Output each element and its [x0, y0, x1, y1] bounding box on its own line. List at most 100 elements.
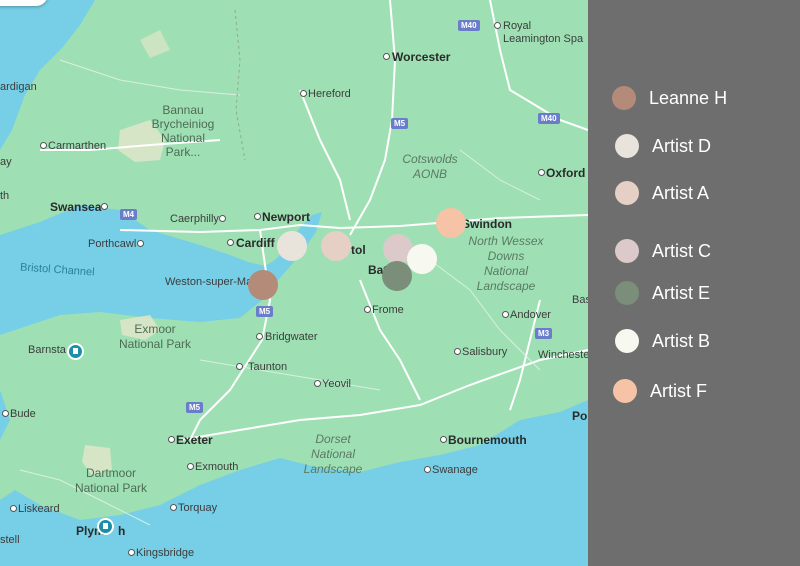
artist-marker-artist-e[interactable]: [382, 261, 412, 291]
bookmark-pin-icon[interactable]: [97, 518, 114, 535]
place-royal-leamington-spa: Royal Leamington Spa: [503, 20, 584, 45]
artist-marker-artist-a[interactable]: [321, 231, 351, 261]
place-th: th: [0, 190, 10, 202]
town-dot: [137, 240, 144, 247]
town-dot: [538, 169, 545, 176]
place-bude: Bude: [10, 408, 36, 420]
motorway-shield: M5: [391, 118, 409, 129]
place-swanage: Swanage: [432, 464, 478, 476]
bookmark-pin-icon[interactable]: [67, 343, 84, 360]
town-dot: [10, 505, 17, 512]
place-barnstaple: Barnsta: [28, 344, 66, 356]
town-dot: [314, 380, 321, 387]
place-porthcawl: Porthcawl: [88, 238, 137, 250]
place-exeter: Exeter: [176, 433, 213, 447]
place-andover: Andover: [510, 309, 551, 321]
place-yeovil: Yeovil: [322, 378, 351, 390]
town-dot: [2, 410, 9, 417]
artist-marker-artist-b[interactable]: [407, 244, 437, 274]
artist-legend: Leanne H Artist D Artist A Artist C Arti…: [588, 0, 800, 566]
legend-swatch: [615, 181, 639, 205]
town-dot: [101, 203, 108, 210]
place-exmouth: Exmouth: [195, 461, 239, 473]
town-dot: [168, 436, 175, 443]
place-dartmoor: Dartmoor National Park: [74, 466, 148, 495]
place-carmarthen: Carmarthen: [48, 140, 107, 152]
place-oxford: Oxford: [546, 166, 586, 180]
place-bournemouth: Bournemouth: [448, 433, 527, 447]
motorway-shield: M5: [186, 402, 204, 413]
legend-label: Artist B: [652, 330, 711, 351]
legend-label: Artist E: [652, 282, 711, 303]
town-dot: [236, 363, 243, 370]
town-dot: [502, 311, 509, 318]
place-stell: stell: [0, 534, 20, 546]
town-dot: [300, 90, 307, 97]
place-swindon: Swindon: [462, 217, 512, 231]
town-dot: [424, 466, 431, 473]
legend-label: Artist C: [652, 240, 712, 261]
place-liskeard: Liskeard: [18, 503, 60, 515]
place-kingsbridge: Kingsbridge: [136, 547, 195, 559]
legend-item-artist-d[interactable]: Artist D: [615, 131, 711, 161]
town-dot: [128, 549, 135, 556]
motorway-shield: M5: [256, 306, 274, 317]
legend-swatch: [615, 329, 639, 353]
place-plymouth-tail: h: [118, 524, 126, 538]
legend-item-artist-e[interactable]: Artist E: [615, 278, 710, 308]
legend-swatch: [615, 281, 639, 305]
town-dot: [254, 213, 261, 220]
town-dot: [494, 22, 501, 29]
place-dorset: Dorset National Landscape: [303, 432, 363, 476]
place-caerphilly: Caerphilly: [170, 213, 219, 225]
legend-label: Artist F: [650, 380, 707, 401]
place-bannau-brycheiniog: Bannau Brycheiniog National Park...: [151, 103, 215, 159]
place-salisbury: Salisbury: [462, 346, 508, 358]
place-bristol: tol: [351, 243, 366, 257]
place-hereford: Hereford: [308, 88, 351, 100]
legend-item-artist-b[interactable]: Artist B: [615, 326, 710, 356]
legend-swatch: [613, 379, 637, 403]
place-bridgwater: Bridgwater: [265, 331, 318, 343]
place-newport: Newport: [262, 210, 310, 224]
town-dot: [40, 142, 47, 149]
artist-marker-artist-d[interactable]: [277, 231, 307, 261]
motorway-shield: M3: [535, 328, 553, 339]
legend-label: Artist D: [652, 135, 712, 156]
place-exmoor: Exmoor National Park: [118, 322, 192, 351]
legend-swatch: [612, 86, 636, 110]
place-weston-super-mare: Weston-super-Ma: [165, 276, 253, 288]
place-cotswolds-aonb: Cotswolds AONB: [402, 152, 458, 181]
place-ardigan: ardigan: [0, 81, 37, 93]
legend-item-artist-f[interactable]: Artist F: [613, 376, 707, 406]
town-dot: [364, 306, 371, 313]
legend-item-artist-c[interactable]: Artist C: [615, 236, 711, 266]
motorway-shield: M40: [538, 113, 560, 124]
artist-marker-artist-f[interactable]: [436, 208, 466, 238]
legend-label: Leanne H: [649, 87, 728, 108]
map-view[interactable]: Worcester Royal Leamington Spa Hereford …: [0, 0, 588, 566]
town-dot: [187, 463, 194, 470]
motorway-shield: M4: [120, 209, 138, 220]
place-frome: Frome: [372, 304, 404, 316]
place-po: Po: [572, 409, 588, 423]
legend-swatch: [615, 239, 639, 263]
place-basingstoke: Bas: [572, 294, 588, 306]
legend-label: Artist A: [652, 182, 710, 203]
legend-item-leanne-h[interactable]: Leanne H: [612, 83, 727, 113]
place-winchester: Winchester: [538, 349, 588, 361]
town-dot: [170, 504, 177, 511]
place-taunton: Taunton: [248, 361, 288, 373]
place-north-wessex-downs: North Wessex Downs National Landscape: [468, 234, 544, 293]
motorway-shield: M40: [458, 20, 480, 31]
place-torquay: Torquay: [178, 502, 218, 514]
town-dot: [256, 333, 263, 340]
place-swansea: Swansea: [50, 200, 102, 214]
place-ay: ay: [0, 156, 12, 168]
artist-marker-leanne-h[interactable]: [248, 270, 278, 300]
legend-swatch: [615, 134, 639, 158]
place-worcester: Worcester: [392, 50, 451, 64]
legend-item-artist-a[interactable]: Artist A: [615, 178, 709, 208]
town-dot: [440, 436, 447, 443]
place-cardiff: Cardiff: [236, 236, 275, 250]
